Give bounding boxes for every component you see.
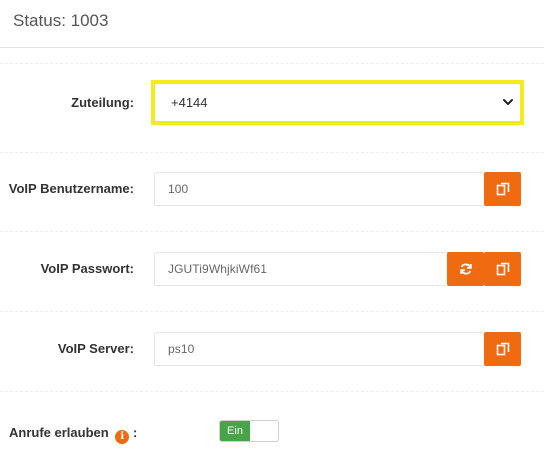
voip-username-field[interactable]: 100: [154, 172, 484, 206]
copy-icon: [496, 262, 509, 276]
voip-username-label: VoIP Benutzername:: [8, 181, 134, 196]
voip-server-field[interactable]: ps10: [154, 332, 484, 366]
allow-calls-label-suffix: :: [132, 425, 138, 440]
voip-server-label: VoIP Server:: [57, 341, 134, 356]
copy-server-button[interactable]: [484, 332, 521, 366]
copy-icon: [496, 182, 509, 196]
toggle-on-label: Ein: [220, 421, 250, 441]
copy-username-button[interactable]: [484, 172, 521, 206]
allow-calls-toggle[interactable]: Ein: [219, 420, 279, 442]
assignment-select-value: +4144: [171, 95, 208, 110]
copy-password-button[interactable]: [484, 252, 521, 286]
info-icon[interactable]: i: [115, 430, 130, 444]
page-title: Status: 1003: [13, 11, 109, 30]
section-divider: [0, 231, 544, 232]
section-divider: [0, 311, 544, 312]
voip-password-field[interactable]: JGUTi9WhjkiWf61: [154, 252, 447, 286]
chevron-down-icon: [503, 99, 513, 105]
assignment-select[interactable]: +4144: [151, 80, 524, 125]
copy-icon: [496, 342, 509, 356]
assignment-label: Zuteilung:: [71, 95, 134, 110]
voip-password-value: JGUTi9WhjkiWf61: [168, 262, 268, 276]
section-divider: [0, 63, 544, 64]
regenerate-password-button[interactable]: [447, 252, 484, 286]
voip-server-value: ps10: [168, 342, 195, 356]
voip-password-label: VoIP Passwort:: [40, 261, 134, 276]
section-divider: [0, 152, 544, 153]
page-header: Status: 1003: [0, 0, 544, 48]
allow-calls-label: Anrufe erlauben i :: [9, 425, 137, 444]
allow-calls-label-text: Anrufe erlauben: [9, 425, 109, 440]
voip-username-value: 100: [168, 182, 189, 196]
section-divider: [0, 391, 544, 392]
refresh-icon: [459, 263, 472, 275]
